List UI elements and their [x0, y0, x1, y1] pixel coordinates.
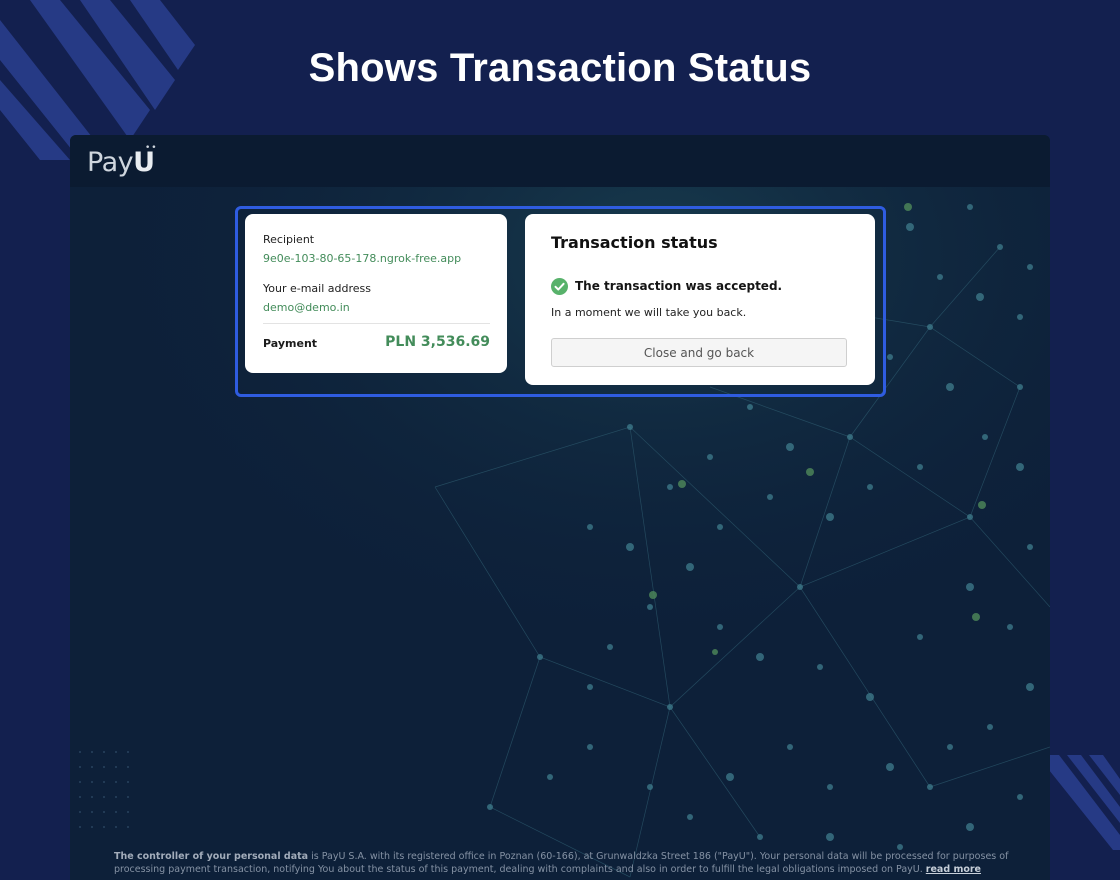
app-header: PayU •• — [70, 135, 1050, 187]
privacy-footer: The controller of your personal data is … — [114, 850, 1014, 876]
payment-label: Payment — [263, 337, 318, 350]
email-label: Your e-mail address — [263, 282, 371, 295]
page-heading: Shows Transaction Status — [308, 46, 812, 90]
summary-divider — [263, 323, 490, 324]
status-submessage: In a moment we will take you back. — [551, 306, 747, 319]
decorative-stripes-bottom-right — [1045, 755, 1120, 850]
payment-summary-card: Recipient 9e0e-103-80-65-178.ngrok-free.… — [245, 214, 507, 373]
transaction-status-card: Transaction status The transaction was a… — [525, 214, 875, 385]
recipient-value: 9e0e-103-80-65-178.ngrok-free.app — [263, 252, 462, 265]
recipient-label: Recipient — [263, 233, 315, 246]
footer-bold-lead: The controller of your personal data — [114, 851, 309, 862]
check-circle-icon — [551, 278, 568, 295]
logo-dots-icon: •• — [145, 143, 158, 153]
read-more-link[interactable]: read more — [926, 864, 981, 875]
payu-logo: PayU •• — [87, 143, 157, 178]
payment-amount: PLN 3,536.69 — [385, 334, 490, 350]
logo-text: Pay — [87, 147, 134, 178]
close-and-go-back-button[interactable]: Close and go back — [551, 338, 847, 367]
email-value: demo@demo.in — [263, 301, 350, 314]
status-message: The transaction was accepted. — [575, 279, 783, 293]
status-title: Transaction status — [551, 233, 718, 252]
